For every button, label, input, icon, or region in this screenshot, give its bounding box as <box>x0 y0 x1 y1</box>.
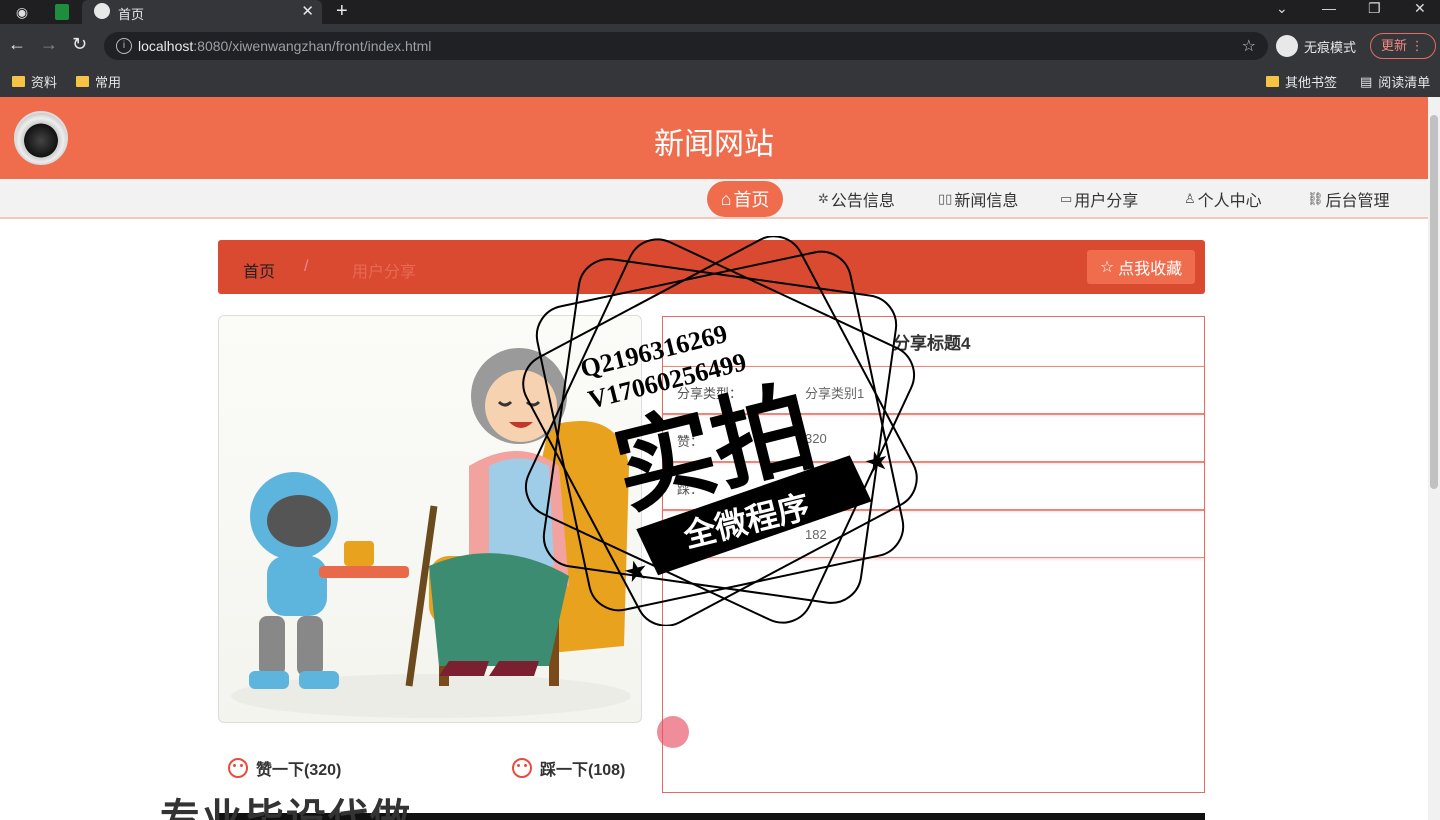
bookmark-folder[interactable]: 常用 <box>76 72 121 91</box>
new-tab-button[interactable]: + <box>336 0 348 23</box>
incognito-indicator[interactable]: 无痕模式 <box>1276 32 1356 60</box>
browser-tabstrip: ◉ 首页 ✕ + ⌄ — ❐ ✕ <box>0 0 1440 24</box>
sheets-icon[interactable] <box>52 2 72 22</box>
breadcrumb-current: 用户分享 <box>352 264 417 281</box>
home-icon: ⌂ <box>720 188 732 209</box>
like-button[interactable]: 赞一下(320) <box>228 756 341 780</box>
tab-search-icon[interactable]: ⌄ <box>1276 0 1288 17</box>
cursor-highlight <box>657 716 689 748</box>
minimize-button[interactable]: — <box>1322 0 1336 16</box>
link-icon: ⛓ <box>1307 191 1324 206</box>
bookmarks-bar: 资料 常用 其他书签 ▤ 阅读清单 <box>0 68 1440 97</box>
incognito-icon <box>1276 35 1298 57</box>
breadcrumb: 首页 / 用户分享 ☆ 点我收藏 <box>218 240 1205 294</box>
nav-user-share[interactable]: ▭ 用户分享 <box>1060 187 1138 211</box>
info-icon[interactable]: i <box>116 38 132 54</box>
address-toolbar: ← → ↻ i localhost:8080/xiwenwangzhan/fro… <box>0 24 1440 68</box>
note-icon: ▭ <box>1060 191 1073 206</box>
detail-row: 赞： 320 <box>663 414 1204 462</box>
star-icon: ☆ <box>1099 259 1115 276</box>
url-bar[interactable]: i localhost:8080/xiwenwangzhan/front/ind… <box>104 32 1268 60</box>
globe-icon[interactable]: ◉ <box>12 2 32 22</box>
watermark-bottom: 专业毕设代做 <box>160 797 412 820</box>
nav-profile[interactable]: ♙ 个人中心 <box>1184 187 1262 211</box>
close-icon[interactable]: ✕ <box>301 2 314 20</box>
bookmark-folder[interactable]: 其他书签 <box>1266 72 1337 91</box>
dislike-button[interactable]: 踩一下(108) <box>512 756 625 780</box>
gear-icon: ✲ <box>818 191 829 206</box>
scrollbar-thumb[interactable] <box>1430 115 1438 489</box>
site-header: 新闻网站 <box>0 97 1428 179</box>
frown-icon <box>512 758 532 778</box>
breadcrumb-home[interactable]: 首页 <box>243 258 275 282</box>
nav-admin[interactable]: ⛓ 后台管理 <box>1307 187 1390 211</box>
detail-row: 点击次数： 182 <box>663 510 1204 558</box>
nav-news[interactable]: ▯▯ 新闻信息 <box>938 187 1018 211</box>
reload-button[interactable]: ↻ <box>72 34 87 55</box>
forward-button[interactable]: → <box>40 34 58 55</box>
tab-title: 首页 <box>118 7 145 22</box>
back-button[interactable]: ← <box>8 34 26 55</box>
restore-button[interactable]: ❐ <box>1368 0 1381 17</box>
folder-icon <box>12 76 25 87</box>
detail-row: 分享类型： 分享类别1 <box>663 366 1204 414</box>
globe-icon <box>94 3 110 19</box>
reading-list-icon: ▤ <box>1360 73 1373 89</box>
nav-notices[interactable]: ✲ 公告信息 <box>818 187 895 211</box>
nav-home[interactable]: ⌂ 首页 <box>707 181 783 217</box>
page-scrollbar[interactable] <box>1428 97 1440 820</box>
folder-icon <box>1266 76 1279 87</box>
share-image <box>218 315 642 723</box>
bookmark-folder[interactable]: 资料 <box>12 72 57 91</box>
detail-title: 分享标题4 <box>893 334 971 353</box>
url-text[interactable]: localhost:8080/xiwenwangzhan/front/index… <box>138 38 431 54</box>
window-close-button[interactable]: ✕ <box>1414 0 1426 17</box>
favorite-button[interactable]: ☆ 点我收藏 <box>1087 250 1195 284</box>
main-nav: ⌂ 首页 ✲ 公告信息 ▯▯ 新闻信息 ▭ 用户分享 ♙ 个人中心 ⛓ 后台管理 <box>0 179 1428 219</box>
smile-icon <box>228 758 248 778</box>
folder-icon <box>76 76 89 87</box>
columns-icon: ▯▯ <box>938 191 953 206</box>
breadcrumb-separator: / <box>304 258 309 275</box>
detail-row: 踩： 108 <box>663 462 1204 510</box>
detail-panel: 分享标题4 分享类型： 分享类别1 赞： 320 踩： 108 点击次数： 18… <box>662 316 1205 793</box>
update-button[interactable]: 更新 ⋮ <box>1370 33 1436 59</box>
site-title: 新闻网站 <box>654 128 774 161</box>
reading-list[interactable]: ▤ 阅读清单 <box>1360 72 1430 91</box>
bookmark-star-icon[interactable]: ☆ <box>1242 36 1256 56</box>
user-icon: ♙ <box>1184 191 1196 206</box>
browser-tab-active[interactable]: 首页 ✕ <box>82 0 322 24</box>
